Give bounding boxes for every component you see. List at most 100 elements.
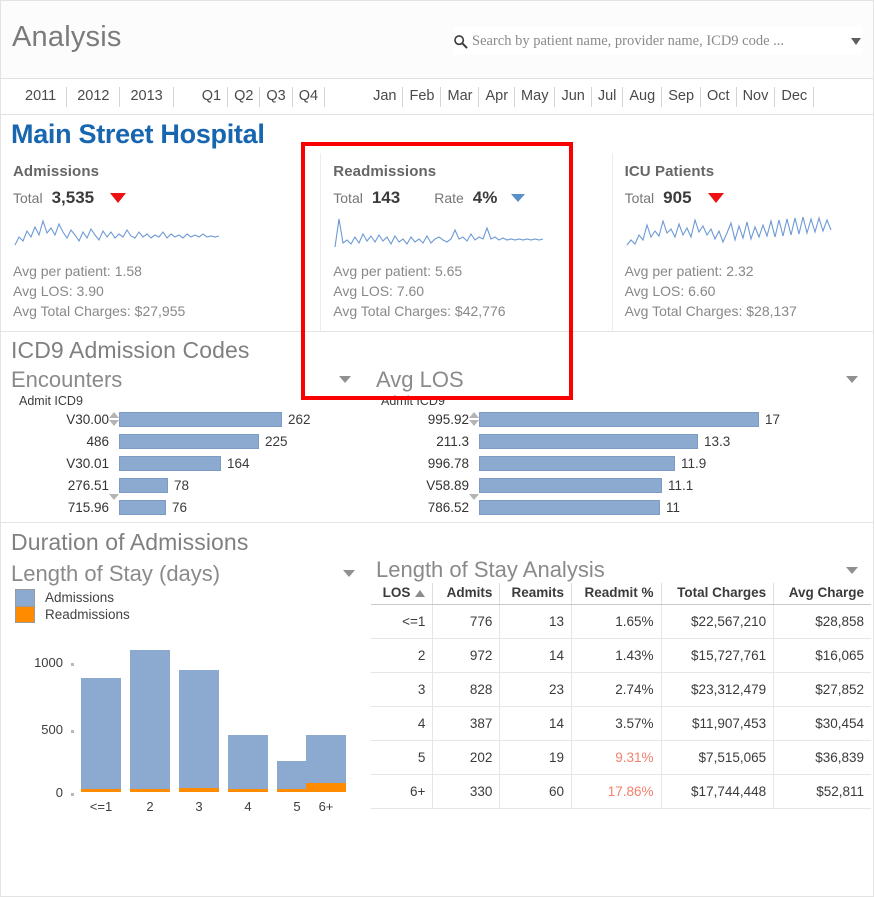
cell-reamits: 19 [499,740,573,775]
column-admissions[interactable] [306,735,346,783]
triangle-up-icon[interactable] [469,412,479,418]
avg-los-menu-chevron-down-icon[interactable] [846,376,858,383]
search-bar[interactable] [453,27,863,55]
bar-fill[interactable] [479,477,662,493]
icu-patients-card: ICU Patients Total 905 Avg per patient: … [611,153,873,331]
chevron-down-icon[interactable] [851,37,861,45]
los-table-menu-chevron-down-icon[interactable] [846,567,858,574]
bar-fill[interactable] [119,477,168,493]
avg-los-bar-chart: 995.92 17 211.3 13.3 996.78 11.9 V58.89 … [369,410,873,520]
bar-value: 225 [265,433,288,449]
filter-quarter-q4[interactable]: Q4 [293,86,326,107]
filter-month-jan[interactable]: Jan [367,86,404,107]
encounters-scroll-up[interactable] [109,412,119,426]
bar-fill[interactable] [119,433,259,449]
cell-avg-charge: $30,454 [773,706,871,741]
filter-month-nov[interactable]: Nov [737,86,776,107]
bar-row: 486 225 [1,432,361,450]
chevron-down-icon[interactable] [707,193,724,203]
column-header-avg-charge[interactable]: Avg Charge [773,583,871,605]
y-tick-label: 500 [41,722,63,737]
cell-admits: 828 [432,672,501,707]
chevron-down-icon[interactable] [511,194,526,202]
filter-month-apr[interactable]: Apr [479,86,516,107]
column-header-reamits[interactable]: Reamits [499,583,573,605]
bar-category: 211.3 [436,433,469,449]
filter-quarter-q1[interactable]: Q1 [196,86,229,107]
bar-fill[interactable] [479,455,675,471]
filter-month-oct[interactable]: Oct [701,86,737,107]
bar-row: 786.52 11 [369,498,873,516]
table-row[interactable]: 3 828 23 2.74% $23,312,479 $27,852 [371,672,871,707]
cell-readmit-pct: 1.43% [571,638,662,673]
column-admissions[interactable] [81,678,121,789]
bar-fill[interactable] [479,433,698,449]
table-row[interactable]: 6+ 330 60 17.86% $17,744,448 $52,811 [371,774,871,809]
bar-category: 486 [86,433,109,449]
filter-month-may[interactable]: May [515,86,556,107]
column-readmissions[interactable] [130,789,170,792]
table-row[interactable]: <=1 776 13 1.65% $22,567,210 $28,858 [371,604,871,639]
column-header-readmit-pct[interactable]: Readmit % [571,583,662,605]
filter-quarter-q2[interactable]: Q2 [228,86,261,107]
cell-readmit-pct: 9.31% [571,740,662,775]
table-row[interactable]: 4 387 14 3.57% $11,907,453 $30,454 [371,706,871,741]
filter-quarter-q3[interactable]: Q3 [260,86,293,107]
bar-value: 78 [174,477,190,493]
stat-avg-per-patient: Avg per patient: 2.32 [624,263,754,279]
stat-avg-per-patient: Avg per patient: 5.65 [333,263,463,279]
column-header-admits[interactable]: Admits [432,583,501,605]
column-readmissions[interactable] [306,783,346,792]
encounters-scroll-down[interactable] [109,492,119,500]
column-admissions[interactable] [130,650,170,789]
column-readmissions[interactable] [228,789,268,792]
bar-row: V30.01 164 [1,454,361,472]
bar-fill[interactable] [479,499,660,515]
filter-month-mar[interactable]: Mar [441,86,480,107]
bar-fill[interactable] [119,411,282,427]
filter-year-2013[interactable]: 2013 [120,86,174,107]
filter-month-sep[interactable]: Sep [662,86,702,107]
triangle-down-icon[interactable] [109,420,119,426]
column-admissions[interactable] [228,735,268,789]
column-admissions[interactable] [179,670,219,788]
triangle-down-icon[interactable] [469,420,479,426]
column-bar-group[interactable] [179,670,219,792]
column-bar-group[interactable] [81,678,121,792]
cell-reamits: 13 [499,604,573,639]
filter-month-aug[interactable]: Aug [623,86,663,107]
column-readmissions[interactable] [179,788,219,792]
cell-los: 3 [371,672,434,707]
filter-year-2011[interactable]: 2011 [15,86,68,107]
encounters-menu-chevron-down-icon[interactable] [339,376,351,383]
bar-fill[interactable] [479,411,759,427]
bar-fill[interactable] [119,499,166,515]
bar-fill[interactable] [119,455,221,471]
cell-readmit-pct: 17.86% [571,774,662,809]
card-stats: Avg per patient: 2.32 Avg LOS: 6.60 Avg … [625,261,873,321]
search-input[interactable] [472,32,841,50]
column-header-los[interactable]: LOS [371,583,434,605]
chevron-down-icon[interactable] [110,193,127,203]
table-row[interactable]: 5 202 19 9.31% $7,515,065 $36,839 [371,740,871,775]
avg-los-scroll-up[interactable] [469,412,479,426]
cell-total-charges: $11,907,453 [661,706,775,741]
filter-month-jul[interactable]: Jul [592,86,624,107]
bar-row: 715.96 76 [1,498,361,516]
filter-month-feb[interactable]: Feb [403,86,442,107]
triangle-down-icon[interactable] [109,494,119,500]
triangle-down-icon[interactable] [469,494,479,500]
filter-year-2012[interactable]: 2012 [67,86,121,107]
column-bar-group[interactable] [228,735,268,792]
column-bar-group[interactable] [130,650,170,792]
column-bar-group[interactable] [306,735,346,792]
table-row[interactable]: 2 972 14 1.43% $15,727,761 $16,065 [371,638,871,673]
column-readmissions[interactable] [81,789,121,792]
bar-row: 211.3 13.3 [369,432,873,450]
triangle-up-icon[interactable] [109,412,119,418]
column-header-total-charges[interactable]: Total Charges [661,583,775,605]
filter-month-jun[interactable]: Jun [555,86,592,107]
admissions-card: Admissions Total 3,535 Avg per patient: … [1,153,320,331]
avg-los-scroll-down[interactable] [469,492,479,500]
filter-month-dec[interactable]: Dec [775,86,815,107]
